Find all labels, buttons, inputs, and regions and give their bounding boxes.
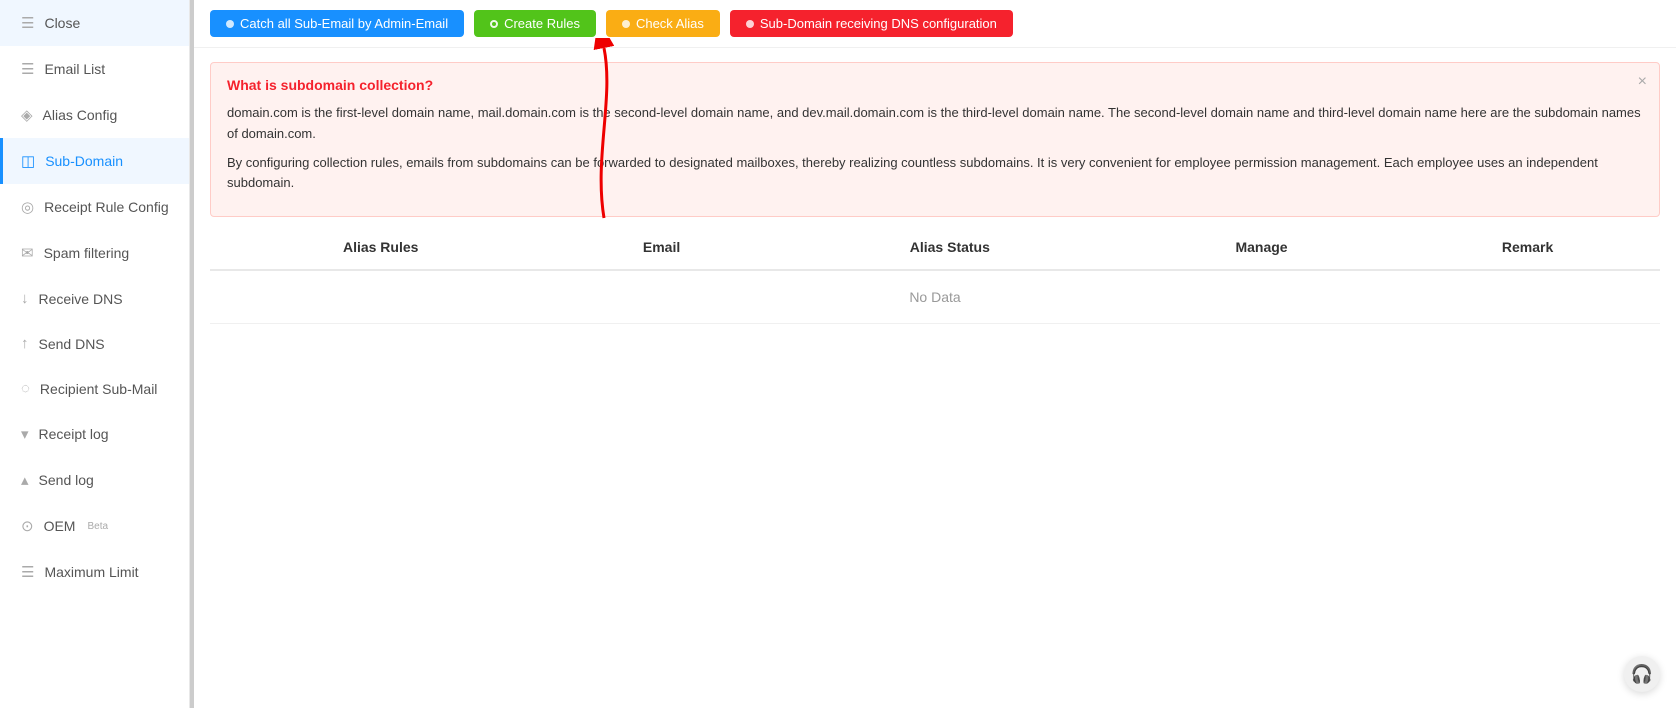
sidebar-item-receipt-log[interactable]: ▾ Receipt log xyxy=(0,411,189,457)
recipient-sub-mail-icon: ◌ xyxy=(21,380,30,397)
sidebar-label-maximum-limit: Maximum Limit xyxy=(44,564,138,580)
create-rules-dot-icon xyxy=(490,20,498,28)
sidebar-item-oem-beta[interactable]: ⊙ OEM Beta xyxy=(0,503,189,549)
catch-all-button[interactable]: Catch all Sub-Email by Admin-Email xyxy=(210,10,464,37)
table-body: No Data xyxy=(210,270,1660,324)
maximum-limit-icon: ☰ xyxy=(21,563,34,581)
catch-all-label: Catch all Sub-Email by Admin-Email xyxy=(240,16,448,31)
info-box-paragraph-2: By configuring collection rules, emails … xyxy=(227,153,1643,195)
check-alias-button[interactable]: Check Alias xyxy=(606,10,720,37)
support-icon[interactable]: 🎧 xyxy=(1624,656,1660,692)
send-log-icon: ▴ xyxy=(21,471,29,489)
sidebar-label-send-dns: Send DNS xyxy=(39,336,105,352)
info-box-paragraph-1: domain.com is the first-level domain nam… xyxy=(227,103,1643,145)
oem-beta-icon: ⊙ xyxy=(21,517,34,535)
info-box-title: What is subdomain collection? xyxy=(227,77,1643,93)
sidebar-item-receive-dns[interactable]: ↓ Receive DNS xyxy=(0,276,189,321)
info-box: What is subdomain collection? domain.com… xyxy=(210,62,1660,217)
sidebar-label-receive-dns: Receive DNS xyxy=(39,291,123,307)
info-box-close-button[interactable]: × xyxy=(1638,73,1647,91)
sidebar-label-spam-filtering: Spam filtering xyxy=(44,245,130,261)
spam-filtering-icon: ✉ xyxy=(21,244,34,262)
table-header: Alias RulesEmailAlias StatusManageRemark xyxy=(210,225,1660,270)
data-table: Alias RulesEmailAlias StatusManageRemark… xyxy=(210,225,1660,324)
sidebar-item-recipient-sub-mail[interactable]: ◌ Recipient Sub-Mail xyxy=(0,366,189,411)
receipt-rule-config-icon: ◎ xyxy=(21,198,34,216)
sidebar-label-email-list: Email List xyxy=(44,61,105,77)
table-col-email: Email xyxy=(551,225,771,270)
sub-domain-icon: ◫ xyxy=(21,152,35,170)
no-data-cell: No Data xyxy=(210,270,1660,324)
catch-all-dot-icon xyxy=(226,20,234,28)
table-area: Alias RulesEmailAlias StatusManageRemark… xyxy=(194,225,1676,708)
table-col-remark: Remark xyxy=(1395,225,1660,270)
check-alias-dot-icon xyxy=(622,20,630,28)
sidebar-item-send-log[interactable]: ▴ Send log xyxy=(0,457,189,503)
oem-beta-badge: Beta xyxy=(87,521,108,532)
table-col-manage: Manage xyxy=(1128,225,1395,270)
main-content: Catch all Sub-Email by Admin-Email Create… xyxy=(194,0,1676,708)
sidebar-label-receipt-rule-config: Receipt Rule Config xyxy=(44,199,169,215)
sub-domain-dns-button[interactable]: Sub-Domain receiving DNS configuration xyxy=(730,10,1013,37)
sidebar-label-receipt-log: Receipt log xyxy=(39,426,109,442)
sidebar-item-maximum-limit[interactable]: ☰ Maximum Limit xyxy=(0,549,189,595)
sidebar-item-close[interactable]: ☰ Close xyxy=(0,0,189,46)
sidebar-item-receipt-rule-config[interactable]: ◎ Receipt Rule Config xyxy=(0,184,189,230)
info-area: What is subdomain collection? domain.com… xyxy=(194,48,1676,225)
send-dns-icon: ↑ xyxy=(21,335,29,352)
sidebar-label-send-log: Send log xyxy=(39,472,94,488)
email-list-icon: ☰ xyxy=(21,60,34,78)
sidebar: ☰ Close ☰ Email List ◈ Alias Config ◫ Sub-Domai… xyxy=(0,0,190,708)
toolbar: Catch all Sub-Email by Admin-Email Create… xyxy=(194,0,1676,48)
sidebar-item-alias-config[interactable]: ◈ Alias Config xyxy=(0,92,189,138)
table-header-row: Alias RulesEmailAlias StatusManageRemark xyxy=(210,225,1660,270)
sidebar-label-recipient-sub-mail: Recipient Sub-Mail xyxy=(40,381,158,397)
sidebar-item-spam-filtering[interactable]: ✉ Spam filtering xyxy=(0,230,189,276)
close-icon: ☰ xyxy=(21,14,34,32)
create-rules-label: Create Rules xyxy=(504,16,580,31)
sidebar-label-alias-config: Alias Config xyxy=(43,107,118,123)
receipt-log-icon: ▾ xyxy=(21,425,29,443)
sidebar-label-oem-beta: OEM xyxy=(44,518,76,534)
check-alias-label: Check Alias xyxy=(636,16,704,31)
sidebar-item-email-list[interactable]: ☰ Email List xyxy=(0,46,189,92)
alias-config-icon: ◈ xyxy=(21,106,33,124)
sidebar-label-close: Close xyxy=(44,15,80,31)
create-rules-button[interactable]: Create Rules xyxy=(474,10,596,37)
sidebar-item-send-dns[interactable]: ↑ Send DNS xyxy=(0,321,189,366)
sidebar-item-sub-domain[interactable]: ◫ Sub-Domain xyxy=(0,138,189,184)
receive-dns-icon: ↓ xyxy=(21,290,29,307)
empty-row: No Data xyxy=(210,270,1660,324)
table-col-alias-status: Alias Status xyxy=(772,225,1128,270)
sidebar-label-sub-domain: Sub-Domain xyxy=(45,153,123,169)
sub-domain-dns-label: Sub-Domain receiving DNS configuration xyxy=(760,16,997,31)
sub-domain-dns-dot-icon xyxy=(746,20,754,28)
table-col-alias-rules: Alias Rules xyxy=(210,225,551,270)
